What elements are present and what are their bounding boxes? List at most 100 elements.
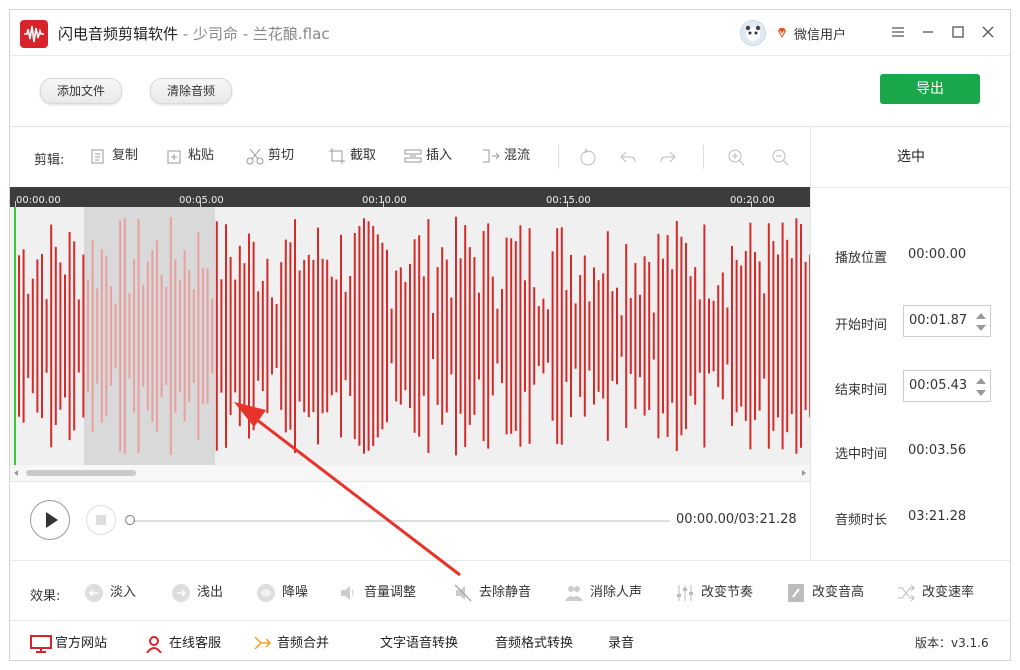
remove-vocal-button[interactable]: 消除人声: [564, 580, 642, 606]
waveform-bar: [275, 304, 278, 368]
waveform-bar: [238, 245, 241, 427]
start-time-value[interactable]: 00:01.87: [909, 313, 967, 328]
waveform-bar: [303, 259, 306, 413]
waveform-bar: [620, 315, 623, 357]
waveform-bar: [36, 259, 39, 413]
stop-button[interactable]: [86, 505, 116, 535]
record-link[interactable]: 录音: [608, 632, 634, 651]
playhead[interactable]: [14, 207, 16, 465]
zoom-in-button[interactable]: [726, 143, 748, 169]
waveform-bar: [611, 291, 614, 381]
online-support-link[interactable]: 在线客服: [144, 632, 221, 654]
ruler-label: 00:00.00: [16, 195, 61, 206]
spin-up-icon[interactable]: [976, 313, 986, 319]
minimize-icon[interactable]: [918, 22, 938, 42]
spin-down-icon[interactable]: [976, 325, 986, 331]
waveform-bar: [800, 224, 802, 448]
change-tempo-button[interactable]: 改变节奏: [675, 580, 753, 606]
waveform-bar: [593, 267, 595, 405]
audio-convert-link[interactable]: 音频格式转换: [495, 632, 573, 651]
close-icon[interactable]: [978, 22, 998, 42]
end-time-field[interactable]: 00:05.43: [903, 370, 991, 402]
waveform[interactable]: [10, 207, 812, 465]
waveform-bar: [662, 258, 664, 414]
monitor-icon: [30, 634, 52, 653]
waveform-bar: [174, 259, 177, 413]
waveform-bar: [648, 262, 651, 410]
start-time-field[interactable]: 00:01.87: [903, 305, 991, 337]
progress-track[interactable]: [130, 520, 670, 522]
official-website-link[interactable]: 官方网站: [30, 632, 107, 653]
waveform-area[interactable]: [10, 207, 812, 465]
insert-label: 插入: [426, 148, 453, 163]
change-pitch-button[interactable]: 改变音高: [786, 580, 864, 606]
selection-panel-title: 选中: [811, 127, 1010, 188]
cut-button[interactable]: 剪切: [246, 143, 294, 169]
waveform-bar: [436, 267, 439, 405]
waveform-bar: [289, 242, 292, 430]
redo-button[interactable]: [658, 143, 680, 169]
reset-button[interactable]: [578, 143, 600, 169]
ruler-label: 00:15.00: [546, 195, 591, 206]
spin-up-icon[interactable]: [976, 378, 986, 384]
fade-in-label: 淡入: [110, 585, 137, 600]
export-button[interactable]: 导出: [880, 74, 980, 104]
scrollbar-thumb[interactable]: [26, 470, 136, 476]
waveform-bar: [59, 262, 62, 410]
waveform-bar: [763, 293, 766, 379]
waveform-bar: [234, 279, 237, 393]
paste-button[interactable]: 粘贴: [166, 143, 214, 169]
waveform-bar: [298, 270, 301, 402]
fade-out-icon: [171, 583, 191, 603]
crop-button[interactable]: 截取: [328, 143, 376, 169]
top-toolbar: 添加文件 清除音频 导出: [10, 56, 1010, 127]
end-time-value[interactable]: 00:05.43: [909, 378, 967, 393]
undo-button[interactable]: [618, 143, 640, 169]
time-ruler[interactable]: 00:00.00 00:05.00 00:10.00 00:15.00 00:2…: [10, 187, 810, 207]
waveform-bar: [312, 259, 315, 413]
clear-audio-button[interactable]: 清除音频: [150, 78, 233, 104]
menu-icon[interactable]: [888, 22, 908, 42]
insert-button[interactable]: 插入: [404, 143, 452, 169]
waveform-bar: [721, 272, 724, 400]
audio-merge-link[interactable]: 音频合并: [252, 632, 329, 653]
waveform-bar: [409, 263, 411, 408]
change-speed-button[interactable]: 改变速率: [896, 580, 974, 606]
spin-down-icon[interactable]: [976, 390, 986, 396]
waveform-bar: [142, 284, 145, 388]
waveform-bar: [188, 269, 191, 402]
maximize-icon[interactable]: [948, 22, 968, 42]
change-tempo-label: 改变节奏: [701, 585, 754, 600]
waveform-bar: [335, 279, 338, 393]
waveform-bar: [179, 280, 181, 393]
waveform-scrollbar[interactable]: [10, 465, 810, 482]
waveform-bar: [501, 289, 503, 384]
progress-knob[interactable]: [125, 515, 135, 525]
add-file-button[interactable]: 添加文件: [40, 78, 123, 104]
text-to-speech-link[interactable]: 文字语音转换: [380, 632, 458, 651]
waveform-bar: [551, 251, 554, 421]
play-icon: [46, 512, 58, 528]
waveform-bar: [128, 293, 131, 379]
copy-button[interactable]: 复制: [90, 143, 138, 169]
end-time-label: 结束时间: [835, 383, 888, 398]
user-name[interactable]: 微信用户: [794, 24, 846, 43]
denoise-button[interactable]: 降噪: [256, 580, 308, 606]
play-button[interactable]: [30, 500, 70, 540]
waveform-bar: [266, 258, 269, 414]
zoom-out-button[interactable]: [770, 143, 792, 169]
fade-in-button[interactable]: 淡入: [84, 580, 136, 606]
fade-out-button[interactable]: 浅出: [171, 580, 223, 606]
app-window: 闪电音频剪辑软件 - 少司命 - 兰花酿.flac 微信用户 添加文件 清除音频…: [9, 9, 1011, 661]
remove-vocal-label: 消除人声: [590, 585, 643, 600]
avatar[interactable]: [740, 20, 766, 46]
zoom-in-icon: [726, 147, 745, 165]
waveform-bar: [487, 223, 490, 449]
remove-silence-button[interactable]: 去除静音: [453, 580, 531, 606]
volume-button[interactable]: 音量调整: [338, 580, 416, 606]
toolbar-divider: [703, 145, 704, 169]
mix-button[interactable]: 混流: [482, 143, 530, 169]
waveform-bar: [372, 226, 375, 446]
zoom-out-icon: [770, 147, 789, 165]
selection-region[interactable]: [84, 207, 215, 465]
